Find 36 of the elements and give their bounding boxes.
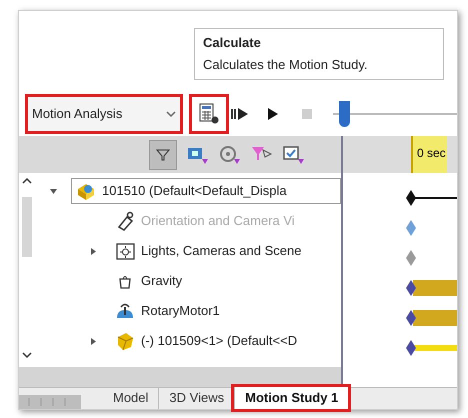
time-marker: 0 sec — [411, 136, 447, 173]
keyframe-icon[interactable] — [405, 189, 417, 207]
scroll-up-icon[interactable] — [22, 177, 32, 185]
tree-item-label[interactable]: (-) 101509<1> (Default<<D — [141, 331, 298, 351]
calculator-icon — [198, 102, 220, 124]
motor-icon — [115, 301, 135, 321]
results-filter-icon[interactable] — [283, 144, 305, 164]
calculate-button[interactable] — [189, 94, 229, 134]
vertical-scrollbar[interactable] — [19, 173, 35, 367]
keyframe-icon[interactable] — [405, 339, 417, 357]
tooltip-title: Calculate — [203, 34, 262, 52]
expand-icon[interactable] — [90, 336, 96, 346]
collapse-icon[interactable] — [48, 188, 58, 194]
slider-thumb[interactable] — [339, 100, 350, 126]
chevron-down-icon — [166, 110, 176, 118]
tree-item-label[interactable]: Lights, Cameras and Scene — [141, 241, 302, 261]
tree-item-label[interactable]: Gravity — [141, 271, 182, 291]
tooltip-text: Calculates the Motion Study. — [203, 56, 369, 74]
driving-filter-icon[interactable] — [219, 144, 241, 164]
keyframe-icon[interactable] — [405, 279, 417, 297]
part-icon — [115, 331, 135, 351]
tab[interactable]: Model — [103, 387, 158, 409]
expand-icon[interactable] — [90, 246, 96, 256]
study-type-dropdown[interactable]: Motion Analysis — [25, 94, 183, 134]
tree-item-label[interactable]: RotaryMotor1 — [141, 301, 220, 321]
assembly-icon — [76, 181, 96, 201]
timeline-slider[interactable] — [333, 100, 457, 126]
filter-button[interactable] — [149, 140, 177, 170]
horizontal-scrollbar[interactable] — [19, 367, 341, 387]
keyframe-icon[interactable] — [405, 309, 417, 327]
folder-icon — [115, 241, 135, 261]
tab[interactable]: Motion Study 1 — [234, 387, 348, 409]
funnel-icon — [156, 148, 170, 162]
camera-icon — [115, 211, 135, 231]
scroll-down-icon[interactable] — [22, 351, 32, 359]
scroll-thumb[interactable] — [22, 197, 32, 257]
